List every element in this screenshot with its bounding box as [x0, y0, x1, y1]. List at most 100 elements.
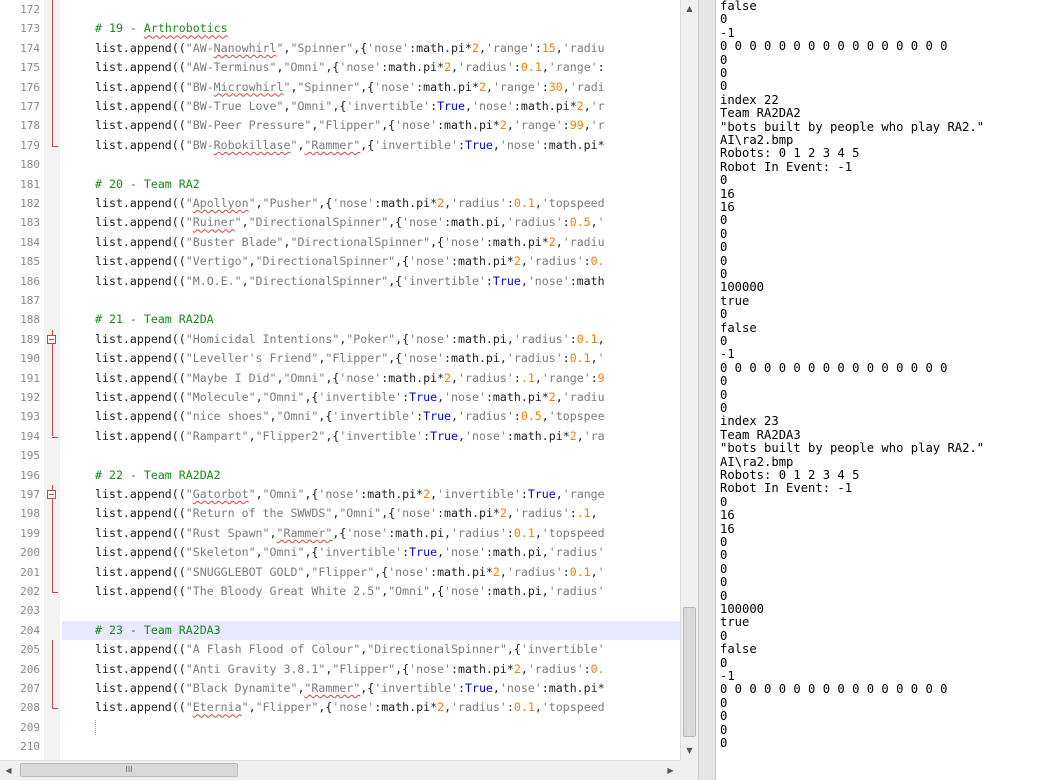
code-line[interactable]: 201 list.append(("SNUGGLEBOT GOLD","Flipp…: [0, 563, 680, 582]
output-line: -1: [720, 25, 735, 40]
code-line[interactable]: 184 list.append(("Buster Blade","Directio…: [0, 233, 680, 252]
code-text[interactable]: list.append(("A Flash Flood of Colour","…: [95, 640, 605, 659]
code-line[interactable]: 182 list.append(("Apollyon","Pusher",{'no…: [0, 194, 680, 213]
code-text[interactable]: # 22 - Team RA2DA2: [95, 466, 221, 485]
code-editor[interactable]: 172 173 # 19 - Arthrobotics 174 list.append(…: [0, 0, 698, 780]
code-text[interactable]: list.append(("BW-Microwhirl","Spinner",{…: [95, 78, 605, 97]
code-text[interactable]: # 21 - Team RA2DA: [95, 310, 214, 329]
horizontal-scroll-thumb[interactable]: III: [20, 763, 238, 777]
code-text[interactable]: list.append(("Anti Gravity 3.8.1","Flipp…: [95, 660, 605, 679]
code-line[interactable]: 186 list.append(("M.O.E.","DirectionalSpi…: [0, 272, 680, 291]
code-line[interactable]: 202 list.append(("The Bloody Great White …: [0, 582, 680, 601]
code-line[interactable]: 200 list.append(("Skeleton","Omni",{'inve…: [0, 543, 680, 562]
code-text[interactable]: list.append(("M.O.E.","DirectionalSpinne…: [95, 272, 605, 291]
code-line[interactable]: 195: [0, 446, 680, 465]
line-number: 183: [20, 216, 40, 230]
code-text[interactable]: list.append(("SNUGGLEBOT GOLD","Flipper"…: [95, 563, 605, 582]
code-line[interactable]: 185 list.append(("Vertigo","DirectionalSp…: [0, 252, 680, 271]
scroll-left-icon[interactable]: ◀: [0, 762, 17, 779]
code-text[interactable]: list.append(("BW-Peer Pressure","Flipper…: [95, 116, 605, 135]
scrollbar-corner: [680, 760, 698, 780]
code-text[interactable]: list.append(("Gatorbot","Omni",{'nose':m…: [95, 485, 605, 504]
code-area[interactable]: 172 173 # 19 - Arthrobotics 174 list.append(…: [0, 0, 680, 760]
fold-toggle-icon[interactable]: [47, 334, 56, 344]
code-text[interactable]: list.append(("Return of the SWWDS","Omni…: [95, 504, 598, 523]
code-line[interactable]: 198 list.append(("Return of the SWWDS","O…: [0, 504, 680, 523]
code-line[interactable]: 206 list.append(("Anti Gravity 3.8.1","Fl…: [0, 660, 680, 679]
line-number: 196: [20, 468, 40, 482]
code-text[interactable]: list.append(("AW-Terminus","Omni",{'nose…: [95, 58, 605, 77]
code-line[interactable]: 179 list.append(("BW-Robokillase","Rammer…: [0, 136, 680, 155]
code-text[interactable]: # 19 - Arthrobotics: [95, 19, 228, 38]
fold-toggle-icon[interactable]: [47, 490, 56, 499]
code-line[interactable]: 208 list.append(("Eternia","Flipper",{'no…: [0, 698, 680, 717]
code-text[interactable]: list.append(("Ruiner","DirectionalSpinne…: [95, 213, 605, 232]
code-text[interactable]: list.append(("Rust Spawn","Rammer",{'nos…: [95, 524, 605, 543]
code-line[interactable]: 191 list.append(("Maybe I Did","Omni",{'n…: [0, 369, 680, 388]
code-text[interactable]: # 20 - Team RA2: [95, 175, 200, 194]
code-text[interactable]: list.append(("nice shoes","Omni",{'inver…: [95, 407, 605, 426]
code-text[interactable]: list.append(("Skeleton","Omni",{'inverti…: [95, 543, 605, 562]
line-number: 184: [20, 235, 40, 249]
code-text[interactable]: list.append(("AW-Nanowhirl","Spinner",{'…: [95, 39, 605, 58]
code-line[interactable]: 204 # 23 - Team RA2DA3: [20, 620, 680, 641]
code-line[interactable]: 199 list.append(("Rust Spawn","Rammer",{'…: [0, 524, 680, 543]
code-text[interactable]: list.append(("Apollyon","Pusher",{'nose'…: [95, 194, 605, 213]
code-text[interactable]: list.append(("Molecule","Omni",{'inverti…: [95, 388, 605, 407]
code-text[interactable]: list.append(("Vertigo","DirectionalSpinn…: [95, 252, 605, 271]
code-line[interactable]: 178 list.append(("BW-Peer Pressure","Flip…: [0, 116, 680, 135]
code-line[interactable]: 196 # 22 - Team RA2DA2: [0, 466, 680, 485]
line-number: 189: [20, 332, 40, 346]
code-line[interactable]: 173 # 19 - Arthrobotics: [0, 19, 680, 38]
scroll-right-icon[interactable]: ▶: [662, 762, 679, 779]
output-line: 100000: [720, 280, 765, 295]
code-text[interactable]: list.append(("BW-True Love","Omni",{'inv…: [95, 97, 605, 116]
code-line[interactable]: 181 # 20 - Team RA2: [0, 175, 680, 194]
output-line: 16: [720, 200, 735, 214]
code-line[interactable]: 183 list.append(("Ruiner","DirectionalSpi…: [0, 213, 680, 232]
code-text[interactable]: list.append(("Homicidal Intentions","Pok…: [95, 330, 605, 349]
code-text[interactable]: list.append(("Rampart","Flipper2",{'inve…: [95, 427, 605, 446]
scroll-down-icon[interactable]: ▼: [681, 742, 698, 759]
fold-end-marker: [52, 591, 58, 593]
code-line[interactable]: 176 list.append(("BW-Microwhirl","Spinner…: [0, 78, 680, 97]
code-line[interactable]: 175 list.append(("AW-Terminus","Omni",{'n…: [0, 58, 680, 77]
output-line: 0: [720, 213, 728, 228]
horizontal-scrollbar[interactable]: ◀ III ▶: [0, 760, 680, 780]
code-line[interactable]: 210: [0, 737, 680, 756]
output-line: 16: [720, 186, 735, 201]
code-line[interactable]: 194 list.append(("Rampart","Flipper2",{'i…: [0, 427, 680, 446]
code-line[interactable]: 207 list.append(("Black Dynamite","Rammer…: [0, 679, 680, 698]
code-text[interactable]: list.append(("BW-Robokillase","Rammer",{…: [95, 136, 605, 155]
code-line[interactable]: 192 list.append(("Molecule","Omni",{'inve…: [0, 388, 680, 407]
code-line[interactable]: 177 list.append(("BW-True Love","Omni",{'…: [0, 97, 680, 116]
code-line[interactable]: 205 list.append(("A Flash Flood of Colour…: [0, 640, 680, 659]
vertical-scroll-thumb[interactable]: [683, 607, 696, 737]
code-text[interactable]: list.append(("The Bloody Great White 2.5…: [95, 582, 605, 601]
code-line[interactable]: 187: [0, 291, 680, 310]
fold-range-line: [52, 329, 53, 437]
code-line[interactable]: 190 list.append(("Leveller's Friend","Fli…: [0, 349, 680, 368]
code-text[interactable]: list.append(("Leveller's Friend","Flippe…: [95, 349, 605, 368]
line-number: 202: [20, 585, 40, 598]
code-line[interactable]: 193 list.append(("nice shoes","Omni",{'in…: [0, 407, 680, 426]
code-line[interactable]: 174 list.append(("AW-Nanowhirl","Spinner"…: [0, 39, 680, 58]
code-line[interactable]: 172: [0, 0, 680, 19]
code-line[interactable]: 197 list.append(("Gatorbot","Omni",{'nose…: [0, 485, 680, 504]
code-text[interactable]: list.append(("Black Dynamite","Rammer",{…: [95, 679, 605, 698]
code-line[interactable]: 188 # 21 - Team RA2DA: [0, 310, 680, 329]
code-text[interactable]: # 23 - Team RA2DA3: [95, 621, 221, 640]
code-text[interactable]: list.append(("Eternia","Flipper",{'nose'…: [95, 698, 605, 717]
vertical-scrollbar[interactable]: ▲ ▼: [680, 0, 698, 760]
code-text[interactable]: list.append(("Buster Blade","Directional…: [95, 233, 605, 252]
code-line[interactable]: 203: [0, 601, 680, 620]
scroll-up-icon[interactable]: ▲: [681, 0, 698, 17]
line-number: 185: [20, 255, 40, 269]
code-text[interactable]: list.append(("Maybe I Did","Omni",{'nose…: [95, 369, 605, 388]
pane-splitter[interactable]: [698, 0, 716, 780]
code-line[interactable]: 180: [0, 155, 680, 174]
fold-range-line: [52, 485, 53, 592]
code-line[interactable]: 189 list.append(("Homicidal Intentions","…: [0, 330, 680, 349]
code-line[interactable]: 209: [0, 718, 680, 737]
output-line: 0: [720, 387, 728, 402]
